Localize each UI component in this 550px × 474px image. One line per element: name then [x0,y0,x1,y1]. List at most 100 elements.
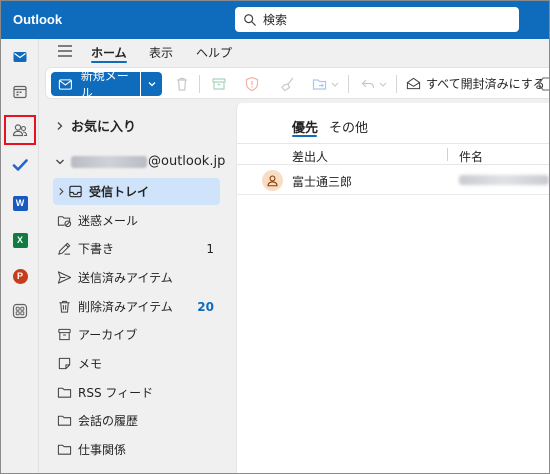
folder-count: 1 [206,241,214,256]
chevron-right-icon[interactable] [57,184,66,199]
message-row[interactable]: 富士通三郎 [237,165,549,195]
folder-label: 会話の履歴 [78,414,139,428]
powerpoint-icon: P [12,268,28,284]
sent-icon [57,271,72,284]
app-rail: W X P [1,39,39,473]
folder-junk[interactable]: 迷惑メール [53,207,220,234]
search-placeholder: 検索 [263,13,288,27]
rail-people-button[interactable] [4,115,36,145]
reply-icon[interactable] [360,76,376,92]
folder-sent[interactable]: 送信済みアイテム [53,264,220,291]
folder-pane: お気に入り @outlook.jp 受信トレイ 迷惑メール 下書き 1 送信済み… [40,101,230,473]
trash-icon [59,300,70,313]
folder-icon [57,387,72,398]
folder-work[interactable]: 仕事関係 [53,436,220,463]
account-name-redacted [71,155,147,168]
folder-label: RSS フィード [78,386,154,400]
toolbar-separator [199,75,200,93]
folder-label: 仕事関係 [78,443,127,457]
title-bar: Outlook 検索 [1,1,549,39]
people-icon [12,124,28,137]
report-icon[interactable] [244,76,260,92]
favorites-label: お気に入り [71,120,137,135]
delete-icon[interactable] [174,76,190,92]
rail-mail-button[interactable] [7,45,33,69]
notes-icon [58,357,71,370]
excel-icon: X [12,232,28,248]
mark-all-read-label: すべて開封済みにする [426,77,545,91]
column-sender[interactable]: 差出人 [292,148,328,165]
app-title: Outlook [13,12,63,27]
message-sender: 富士通三郎 [292,175,353,189]
tab-help[interactable]: ヘルプ [196,44,232,61]
archive-icon[interactable] [211,76,227,92]
ribbon-tabs: ホーム 表示 ヘルプ [40,39,549,65]
tag-icon[interactable] [538,76,550,92]
rail-word-button[interactable]: W [7,191,33,215]
junk-icon [57,216,72,228]
more-apps-icon [12,303,28,319]
tab-home[interactable]: ホーム [91,44,127,61]
archive-icon [58,328,71,341]
folder-label: 送信済みアイテム [78,271,173,285]
search-icon [244,13,256,26]
folder-label: 受信トレイ [89,185,150,199]
new-mail-dropdown-button[interactable] [141,72,162,96]
outlook-window: Outlook 検索 W X P ホーム 表示 ヘルプ 新規メール すべて開封済… [0,0,550,474]
focused-tab-indicator [292,135,317,137]
rail-excel-button[interactable]: X [7,228,33,252]
folder-label: 下書き [78,242,115,256]
column-divider[interactable] [447,148,448,161]
reply-dropdown-icon[interactable] [379,76,387,92]
message-list: 優先 その他 差出人 件名 富士通三郎 [236,103,549,473]
folder-icon [57,415,72,426]
new-mail-icon [58,78,72,90]
drafts-icon [58,242,71,255]
tab-other[interactable]: その他 [329,117,368,136]
rail-more-apps-button[interactable] [7,299,33,323]
folder-rss[interactable]: RSS フィード [53,379,220,406]
column-header: 差出人 件名 [237,143,549,165]
toolbar-separator [396,75,397,93]
mail-read-icon [406,77,421,90]
hamburger-menu-icon[interactable] [58,45,72,57]
inbox-icon [69,185,82,198]
column-subject[interactable]: 件名 [459,148,483,165]
command-bar: 新規メール すべて開封済みにする [45,67,550,100]
move-dropdown-icon[interactable] [331,76,339,92]
folder-label: メモ [78,357,103,371]
account-domain: @outlook.jp [148,154,226,169]
mail-icon [13,52,27,62]
tab-focused[interactable]: 優先 [292,117,318,136]
sweep-icon[interactable] [280,76,296,92]
folder-archive[interactable]: アーカイブ [53,321,220,348]
todo-icon [12,159,28,171]
message-subject-redacted [459,175,549,185]
account-header[interactable]: @outlook.jp [55,154,225,169]
mark-all-read-button[interactable]: すべて開封済みにする [406,75,545,92]
rail-todo-button[interactable] [7,153,33,177]
search-box[interactable]: 検索 [235,7,519,32]
folder-drafts[interactable]: 下書き 1 [53,235,220,262]
folder-inbox[interactable]: 受信トレイ [53,178,220,205]
folder-notes[interactable]: メモ [53,350,220,377]
folder-label: 削除済みアイテム [78,300,173,314]
rail-calendar-button[interactable] [7,80,33,104]
folder-deleted[interactable]: 削除済みアイテム 20 [53,293,220,320]
active-tab-indicator [91,61,127,63]
folder-count: 20 [197,299,214,314]
new-mail-label: 新規メール [80,69,129,100]
favorites-header[interactable]: お気に入り [55,116,136,135]
toolbar-separator [348,75,349,93]
folder-icon [57,444,72,455]
folder-label: 迷惑メール [78,214,139,228]
rail-powerpoint-button[interactable]: P [7,264,33,288]
chevron-down-icon [148,82,155,87]
folder-label: アーカイブ [78,328,138,342]
new-mail-button[interactable]: 新規メール [51,69,140,100]
tab-view[interactable]: 表示 [149,44,173,61]
calendar-icon [13,85,27,99]
avatar [262,170,283,191]
folder-conversation-history[interactable]: 会話の履歴 [53,407,220,434]
move-to-icon[interactable] [312,76,328,92]
